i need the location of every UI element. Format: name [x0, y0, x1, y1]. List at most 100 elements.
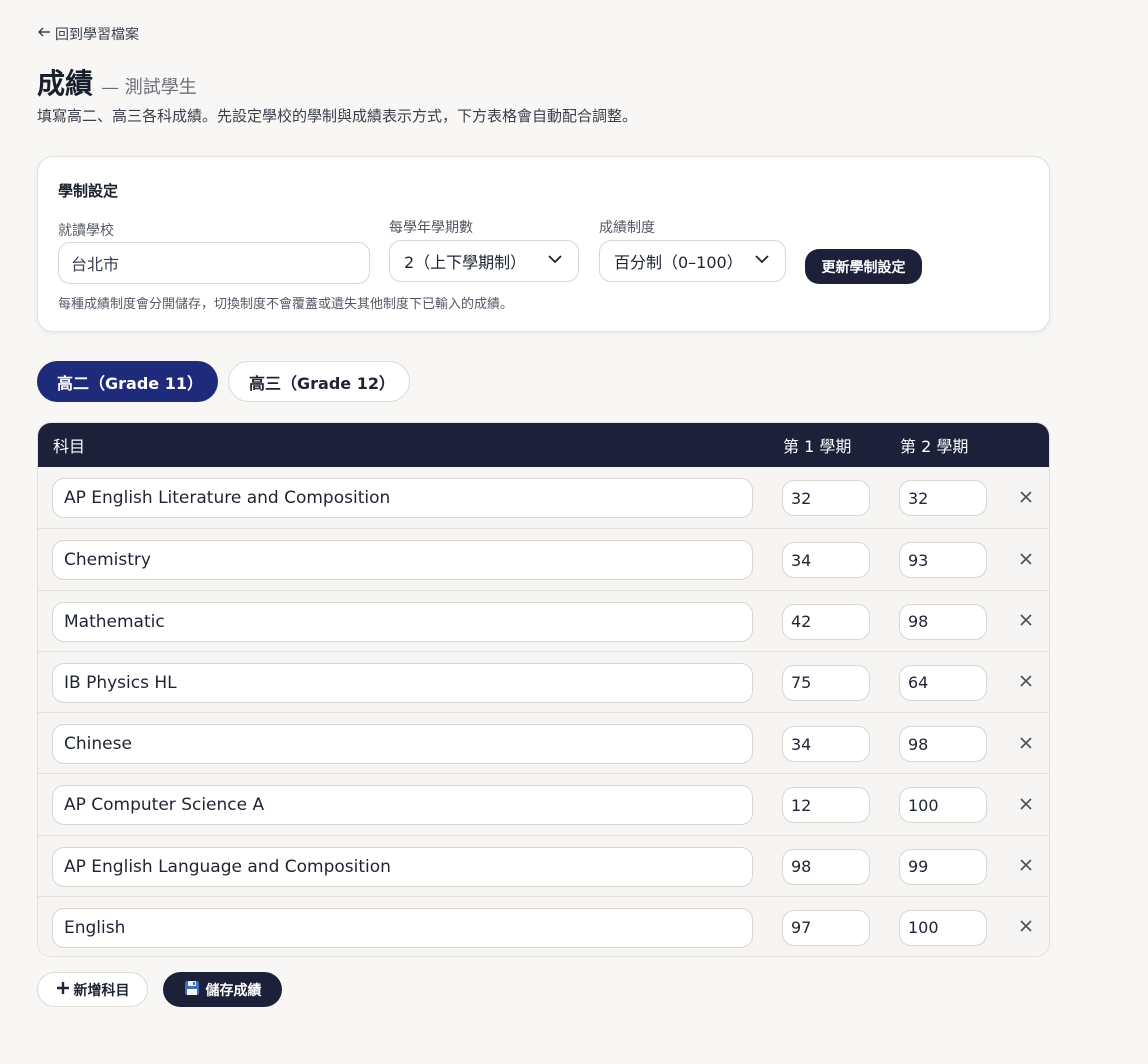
close-icon: [1019, 673, 1033, 692]
add-subject-label: 新增科目: [73, 982, 130, 999]
subject-input[interactable]: English: [52, 907, 753, 948]
arrow-left-icon: [37, 25, 51, 43]
subject-input[interactable]: AP English Language and Composition: [52, 846, 753, 887]
subject-input[interactable]: IB Physics HL: [52, 662, 753, 703]
term2-score-input[interactable]: 100: [899, 909, 987, 946]
term1-score-input[interactable]: 32: [782, 480, 870, 516]
chevron-down-icon: [546, 250, 564, 272]
remove-row-button[interactable]: [1015, 733, 1037, 755]
close-icon: [1019, 796, 1033, 815]
close-icon: [1019, 918, 1033, 937]
table-row: English 97 100: [38, 895, 1049, 956]
term1-score-input[interactable]: 97: [782, 909, 870, 946]
subject-input[interactable]: Chemistry: [52, 540, 753, 581]
table-row: AP English Language and Composition 98 99: [38, 834, 1049, 896]
back-link-label: 回到學習檔案: [55, 27, 139, 43]
scale-select[interactable]: 百分制（0–100）: [599, 240, 786, 282]
remove-row-button[interactable]: [1015, 549, 1037, 571]
plus-icon: [56, 981, 70, 999]
term2-score-value: 100: [908, 918, 939, 938]
close-icon: [1019, 857, 1033, 876]
tab-grade-12[interactable]: 高三（Grade 12）: [228, 361, 410, 402]
term2-score-value: 64: [908, 673, 929, 693]
page-description: 填寫高二、高三各科成績。先設定學校的學制與成績表示方式，下方表格會自動配合調整。: [37, 107, 638, 125]
table-row: AP Computer Science A 12 100: [38, 773, 1049, 835]
subject-input[interactable]: Mathematic: [52, 601, 753, 642]
term2-score-input[interactable]: 93: [899, 542, 987, 579]
header-subject: 科目: [53, 437, 86, 456]
school-settings-card: 學制設定 就讀學校 台北市 每學年學期數 2（上下學期制） 成績制度 百分制（0…: [37, 156, 1050, 332]
remove-row-button[interactable]: [1015, 487, 1037, 509]
subject-value: AP Computer Science A: [64, 795, 265, 816]
update-settings-button[interactable]: 更新學制設定: [805, 249, 922, 284]
close-icon: [1019, 612, 1033, 631]
terms-select-value: 2（上下學期制）: [404, 253, 527, 272]
term1-score-value: 32: [791, 488, 812, 508]
term2-score-input[interactable]: 99: [899, 848, 987, 885]
remove-row-button[interactable]: [1015, 611, 1037, 633]
table-header: 科目 第 1 學期 第 2 學期: [38, 423, 1049, 467]
table-body: AP English Literature and Composition 32 3…: [38, 467, 1049, 956]
term2-score-value: 32: [908, 488, 929, 508]
term2-score-value: 98: [908, 734, 929, 754]
back-link[interactable]: 回到學習檔案: [37, 24, 139, 44]
subject-value: Chinese: [64, 734, 132, 754]
subject-value: AP English Literature and Composition: [64, 488, 391, 508]
table-row: Chemistry 34 93: [38, 528, 1049, 590]
term1-score-value: 34: [791, 550, 812, 570]
table-row: Chinese 34 98: [38, 712, 1049, 774]
grade-tabs: 高二（Grade 11） 高三（Grade 12）: [37, 361, 410, 402]
subject-value: IB Physics HL: [64, 672, 177, 693]
grades-table: 科目 第 1 學期 第 2 學期 AP English Literature a…: [37, 422, 1050, 957]
action-bar: 新增科目 儲存成績: [37, 972, 282, 1007]
term1-score-input[interactable]: 34: [782, 726, 870, 762]
settings-note: 每種成績制度會分開儲存，切換制度不會覆蓋或遺失其他制度下已輸入的成績。: [58, 297, 514, 312]
term2-score-value: 98: [908, 612, 929, 631]
add-subject-button[interactable]: 新增科目: [37, 972, 148, 1007]
term1-score-input[interactable]: 12: [782, 787, 870, 824]
close-icon: [1019, 735, 1033, 754]
subject-value: AP English Language and Composition: [64, 856, 391, 877]
scale-label: 成績制度: [599, 220, 655, 236]
term1-score-value: 97: [791, 918, 812, 938]
term2-score-value: 93: [908, 550, 929, 570]
term2-score-input[interactable]: 64: [899, 664, 987, 701]
subject-input[interactable]: AP Computer Science A: [52, 785, 753, 826]
terms-label: 每學年學期數: [389, 220, 473, 236]
term2-score-value: 99: [908, 857, 929, 876]
page-title: 成績: [37, 67, 94, 100]
term1-score-value: 34: [791, 734, 812, 754]
remove-row-button[interactable]: [1015, 917, 1037, 939]
close-icon: [1019, 551, 1033, 570]
tab-grade-11[interactable]: 高二（Grade 11）: [37, 361, 218, 402]
school-label: 就讀學校: [58, 223, 114, 239]
subject-input[interactable]: Chinese: [52, 724, 753, 764]
term1-score-input[interactable]: 75: [782, 664, 870, 701]
term1-score-input[interactable]: 42: [782, 603, 870, 640]
save-grades-button[interactable]: 儲存成績: [163, 972, 282, 1007]
term2-score-input[interactable]: 32: [899, 480, 987, 516]
chevron-down-icon: [753, 250, 771, 272]
header-term2: 第 2 學期: [900, 437, 969, 456]
term1-score-input[interactable]: 34: [782, 542, 870, 579]
terms-select[interactable]: 2（上下學期制）: [389, 240, 579, 282]
term2-score-input[interactable]: 100: [899, 787, 987, 824]
term2-score-input[interactable]: 98: [899, 603, 987, 640]
subject-input[interactable]: AP English Literature and Composition: [52, 478, 753, 518]
school-input-value: 台北市: [71, 255, 120, 274]
term1-score-input[interactable]: 98: [782, 848, 870, 885]
remove-row-button[interactable]: [1015, 672, 1037, 694]
page-subtitle: — 測試學生: [101, 77, 197, 98]
remove-row-button[interactable]: [1015, 856, 1037, 878]
save-grades-label: 儲存成績: [205, 982, 262, 999]
settings-title: 學制設定: [58, 182, 119, 200]
term2-score-input[interactable]: 98: [899, 726, 987, 762]
scale-select-value: 百分制（0–100）: [614, 253, 743, 272]
term1-score-value: 75: [791, 673, 812, 693]
subject-value: English: [64, 917, 126, 938]
close-icon: [1019, 489, 1033, 508]
school-input[interactable]: 台北市: [58, 242, 370, 284]
title-row: 成績 — 測試學生: [37, 62, 197, 102]
table-row: Mathematic 42 98: [38, 589, 1049, 651]
remove-row-button[interactable]: [1015, 794, 1037, 816]
